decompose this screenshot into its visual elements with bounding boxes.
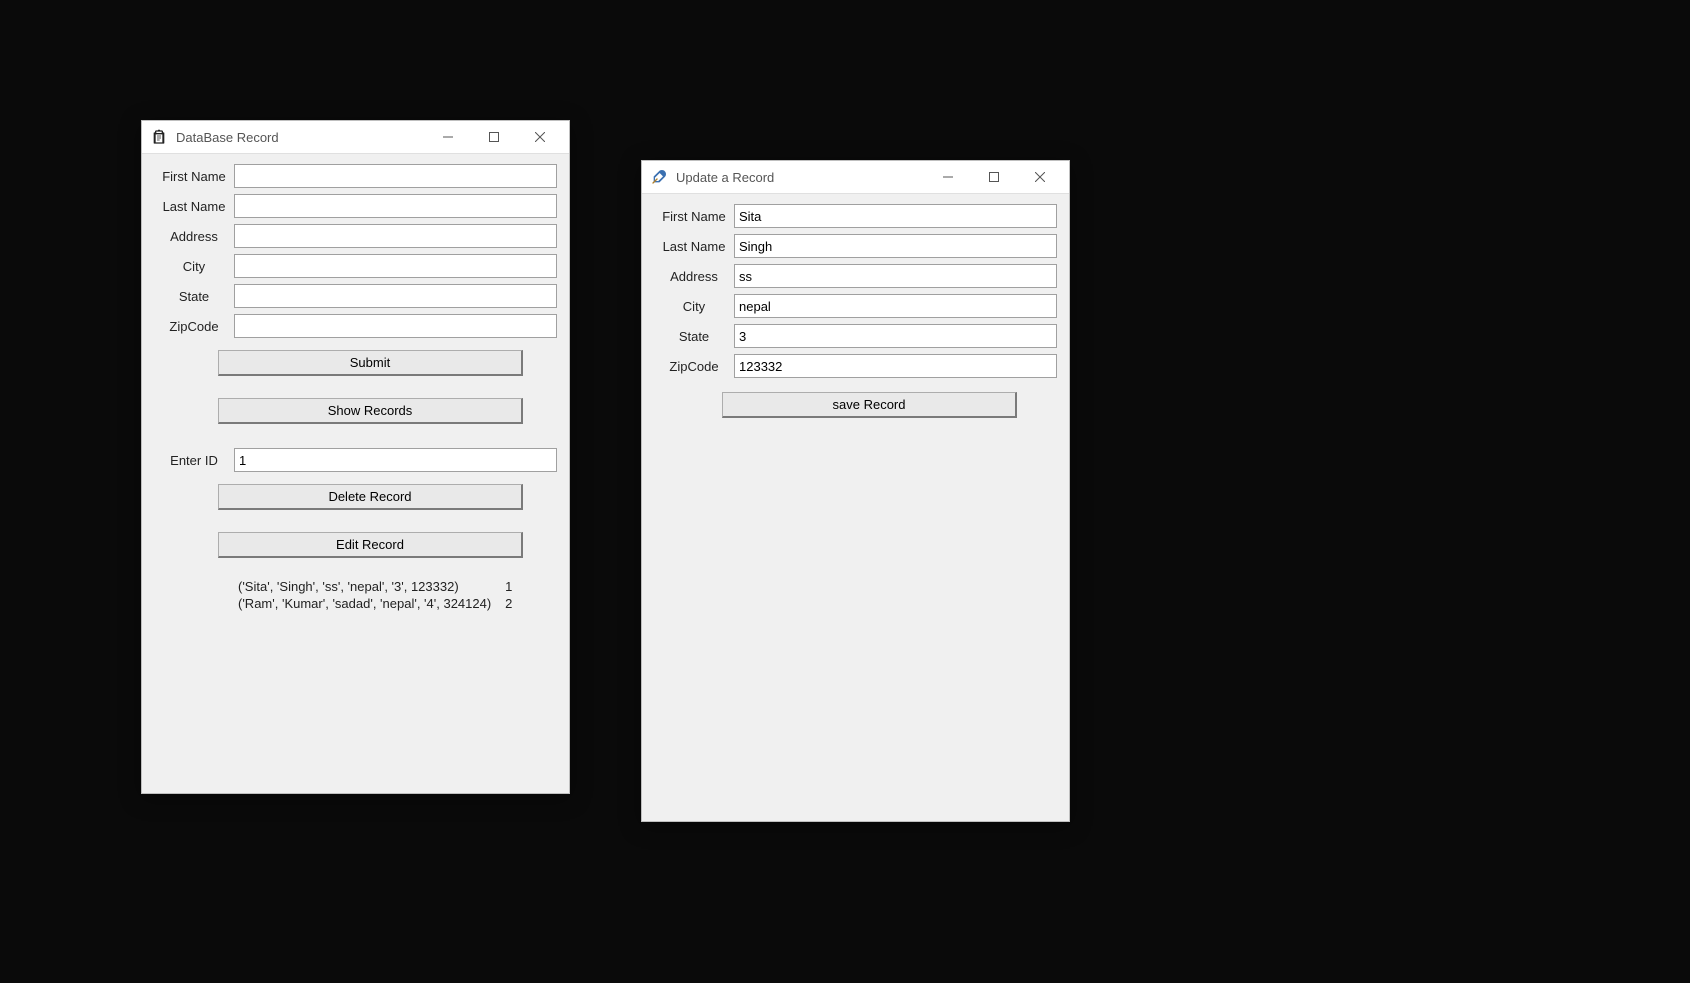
address-field[interactable] bbox=[234, 224, 557, 248]
record-line: ('Ram', 'Kumar', 'sadad', 'nepal', '4', … bbox=[238, 595, 491, 612]
titlebar[interactable]: DataBase Record bbox=[142, 121, 569, 154]
enter-id-field[interactable] bbox=[234, 448, 557, 472]
first-name-field[interactable] bbox=[234, 164, 557, 188]
state-label: State bbox=[154, 289, 234, 304]
update-record-window: Update a Record First Name Last Name Add… bbox=[641, 160, 1070, 822]
minimize-button[interactable] bbox=[425, 121, 471, 153]
zipcode-field[interactable] bbox=[234, 314, 557, 338]
titlebar[interactable]: Update a Record bbox=[642, 161, 1069, 194]
last-name-label: Last Name bbox=[154, 199, 234, 214]
window-controls bbox=[925, 161, 1063, 193]
records-display: ('Sita', 'Singh', 'ss', 'nepal', '3', 12… bbox=[238, 578, 557, 612]
record-id: 1 bbox=[505, 578, 512, 595]
delete-record-button[interactable]: Delete Record bbox=[218, 484, 523, 510]
window-controls bbox=[425, 121, 563, 153]
zipcode-label: ZipCode bbox=[154, 319, 234, 334]
window-body: First Name Last Name Address City State … bbox=[642, 194, 1069, 430]
state-field[interactable] bbox=[734, 324, 1057, 348]
zipcode-field[interactable] bbox=[734, 354, 1057, 378]
record-line: ('Sita', 'Singh', 'ss', 'nepal', '3', 12… bbox=[238, 578, 491, 595]
close-button[interactable] bbox=[517, 121, 563, 153]
enter-id-label: Enter ID bbox=[154, 453, 234, 468]
first-name-field[interactable] bbox=[734, 204, 1057, 228]
edit-record-button[interactable]: Edit Record bbox=[218, 532, 523, 558]
maximize-button[interactable] bbox=[971, 161, 1017, 193]
close-button[interactable] bbox=[1017, 161, 1063, 193]
clipboard-icon bbox=[150, 128, 168, 146]
address-label: Address bbox=[154, 229, 234, 244]
save-record-button[interactable]: save Record bbox=[722, 392, 1017, 418]
record-id: 2 bbox=[505, 595, 512, 612]
show-records-button[interactable]: Show Records bbox=[218, 398, 523, 424]
city-label: City bbox=[654, 299, 734, 314]
first-name-label: First Name bbox=[154, 169, 234, 184]
window-title: DataBase Record bbox=[176, 130, 279, 145]
address-label: Address bbox=[654, 269, 734, 284]
database-record-window: DataBase Record First Name Last Name Add… bbox=[141, 120, 570, 794]
feather-icon bbox=[650, 168, 668, 186]
minimize-button[interactable] bbox=[925, 161, 971, 193]
last-name-field[interactable] bbox=[234, 194, 557, 218]
last-name-label: Last Name bbox=[654, 239, 734, 254]
city-field[interactable] bbox=[734, 294, 1057, 318]
first-name-label: First Name bbox=[654, 209, 734, 224]
window-body: First Name Last Name Address City State … bbox=[142, 154, 569, 624]
state-field[interactable] bbox=[234, 284, 557, 308]
state-label: State bbox=[654, 329, 734, 344]
window-title: Update a Record bbox=[676, 170, 774, 185]
last-name-field[interactable] bbox=[734, 234, 1057, 258]
address-field[interactable] bbox=[734, 264, 1057, 288]
city-field[interactable] bbox=[234, 254, 557, 278]
city-label: City bbox=[154, 259, 234, 274]
submit-button[interactable]: Submit bbox=[218, 350, 523, 376]
maximize-button[interactable] bbox=[471, 121, 517, 153]
zipcode-label: ZipCode bbox=[654, 359, 734, 374]
